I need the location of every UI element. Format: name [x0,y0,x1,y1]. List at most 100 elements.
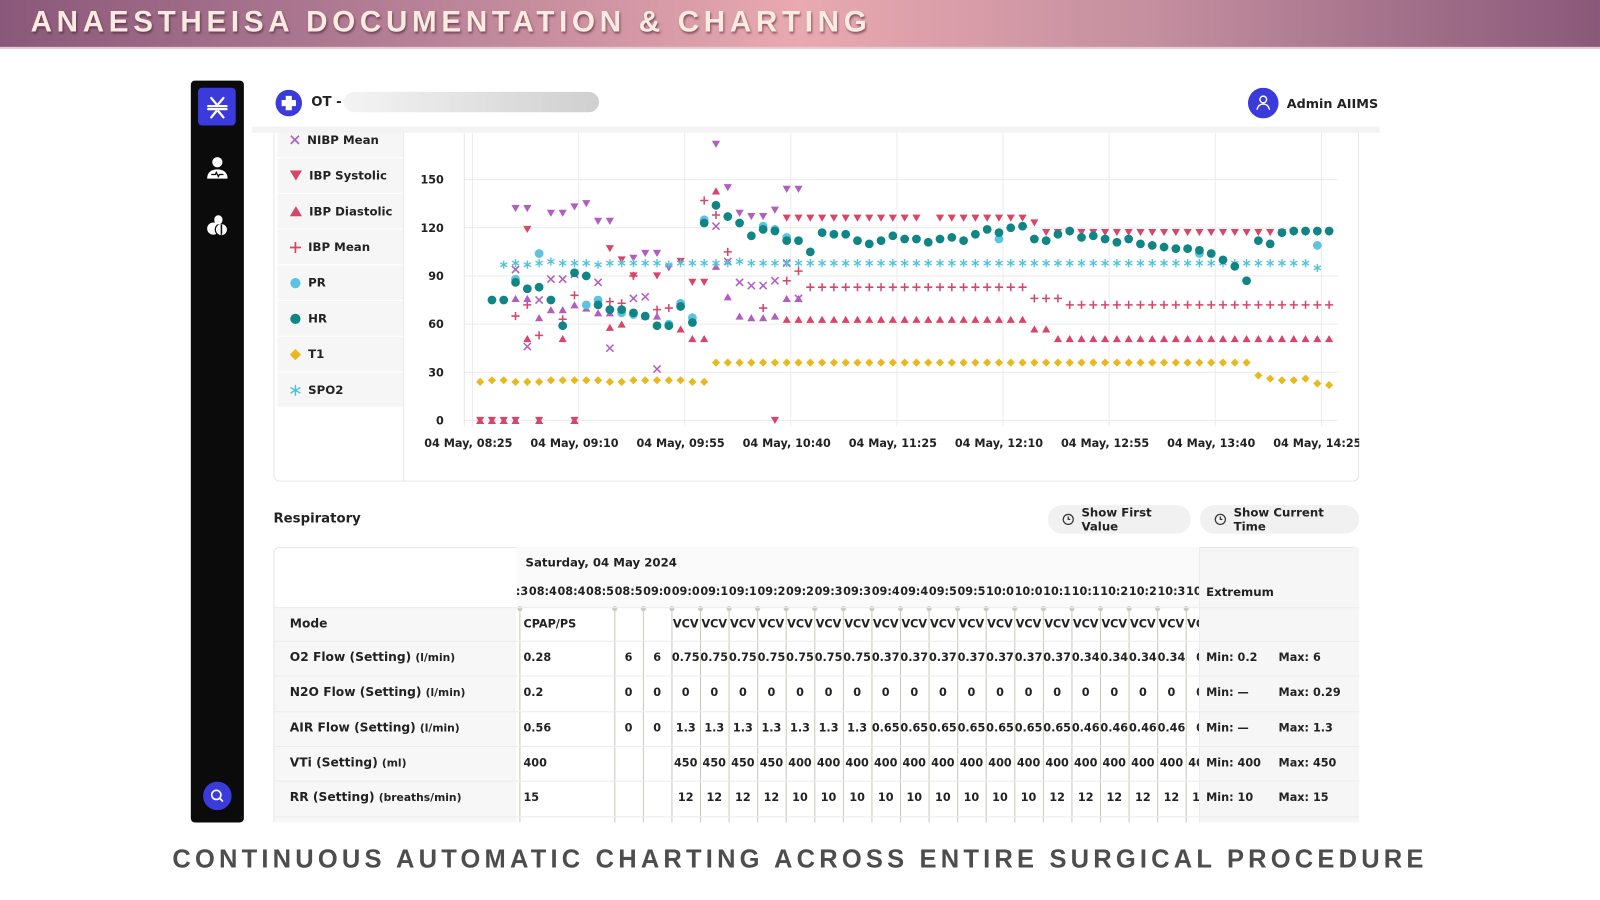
legend-item-ibp-mean[interactable]: IBP Mean [277,229,404,265]
cross-point [735,278,744,287]
plus-point [1242,300,1251,309]
table-cell: 450 [702,756,726,770]
plus-point [664,303,673,313]
triangle-up-point [558,334,567,343]
show-current-time-button[interactable]: Show Current Time [1199,505,1360,534]
table-cell: 0.75 [728,651,757,665]
hospital-plus-icon [275,89,303,117]
legend-item-pr[interactable]: PR [277,265,404,300]
plus-point [853,283,862,292]
asterisk-point [594,260,602,269]
time-column-header[interactable]: 09:1 [729,585,758,598]
asterisk-point [1301,259,1310,268]
diamond-point [558,376,567,385]
table-cell: 0.75 [786,651,814,665]
hr-pr-point [1053,229,1063,239]
show-first-value-button[interactable]: Show First Value [1047,505,1191,534]
table-cell: 12 [763,790,780,805]
legend-item-ibp-systolic[interactable]: IBP Systolic [277,158,404,193]
time-column-header[interactable]: 09:1 [700,585,729,598]
sidebar-item-medications[interactable] [198,206,236,244]
time-column-header[interactable]: 10:0 [1014,585,1043,598]
triangle-down-point [605,245,614,253]
user-name[interactable]: Admin AIIMS [1287,96,1378,111]
row-unit: (breaths/min) [378,791,462,805]
sidebar-item-patient[interactable] [198,149,236,187]
table-cell: 1.3 [675,721,696,735]
table-cell: VCV [901,617,928,631]
time-column-header[interactable]: 08:3 [516,585,528,598]
hr-pr-point [723,212,733,221]
time-column-header[interactable]: 08:5 [614,585,643,598]
asterisk-point [700,259,709,268]
time-column-header[interactable]: 08:4 [557,585,586,598]
time-column-header[interactable]: 09:4 [900,585,929,598]
time-column-header[interactable]: 09:3 [814,585,843,598]
legend-item-hr[interactable]: HR [277,301,404,336]
table-cell: 0.37 [1014,651,1043,665]
triangle-up-point [1171,334,1180,343]
table-cell: 400 [1045,756,1069,770]
user-avatar-icon[interactable] [1247,87,1279,119]
asterisk-point [653,259,661,268]
legend-item-ibp-diastolic[interactable]: IBP Diastolic [277,193,404,229]
triangle-up-point [1242,334,1251,343]
table-cell: 0 [967,685,976,699]
triangle-down-point [593,217,603,225]
sidebar-search-button[interactable] [198,777,236,815]
hr-pr-point [699,218,709,228]
legend-label: SPO2 [308,382,344,397]
hr-pr-point [876,236,886,246]
diamond-point [994,358,1004,367]
time-column-header[interactable]: 08:5 [586,585,615,598]
row-divider [274,640,1360,642]
time-column-header[interactable]: 10:1 [1071,585,1100,598]
triangle-down-point [983,214,992,222]
diamond-point [1112,358,1121,367]
time-column-header[interactable]: 09:3 [843,585,872,598]
diamond-marker-icon [289,348,302,360]
row-label-text: N2O Flow (Setting) [289,684,422,699]
table-cell: 0.75 [843,651,871,665]
hr-pr-point [959,236,968,246]
asterisk-point [771,259,779,268]
table-date: Saturday, 04 May 2024 [525,555,677,570]
legend-item-spo2[interactable]: SPO2 [277,372,404,408]
plus-point [935,283,945,292]
time-column-header[interactable]: 10:3 [1157,585,1186,598]
time-column-header[interactable]: 09:4 [871,585,900,598]
table-data-area[interactable]: 08:308:408:408:508:509:009:009:109:109:2… [516,578,1199,823]
asterisk-point [1054,259,1062,268]
hr-pr-point [1159,242,1169,252]
time-column-header[interactable]: 09:5 [929,585,958,598]
time-column-header[interactable]: 09:2 [757,585,786,598]
triangle-up-point [818,315,827,323]
asterisk-point [1089,259,1098,268]
diamond-point [582,376,591,385]
row-unit: (l/min) [415,652,456,665]
diamond-point [971,358,980,367]
extremum-min: Min: 400 [1206,756,1261,770]
time-column-header[interactable]: 10:2 [1100,585,1129,598]
time-column-header[interactable]: 10:4 [1186,585,1199,598]
time-column-header[interactable]: 09:2 [786,585,815,598]
triangle-up-point [523,334,532,343]
diamond-point [1207,358,1216,367]
cross-marker-icon [290,135,300,145]
time-column-header[interactable]: 10:2 [1129,585,1158,598]
hr-pr-point [1041,236,1051,246]
time-column-header[interactable]: 08:4 [529,585,558,598]
table-cell: VCV [844,617,870,631]
triangle-up-point [1042,325,1051,333]
time-column-header[interactable]: 09:0 [643,585,672,598]
time-column-header[interactable]: 10:0 [986,585,1015,598]
time-column-header[interactable]: 10:1 [1043,585,1072,598]
plus-point [924,283,933,292]
time-column-header[interactable]: 09:0 [671,585,700,598]
time-column-header[interactable]: 09:5 [957,585,986,598]
table-cell: VCV [730,617,756,631]
sidebar-item-home[interactable] [197,87,236,126]
triangle-down-point [912,214,921,222]
legend-item-t1[interactable]: T1 [277,336,404,372]
diamond-point [1325,381,1334,390]
